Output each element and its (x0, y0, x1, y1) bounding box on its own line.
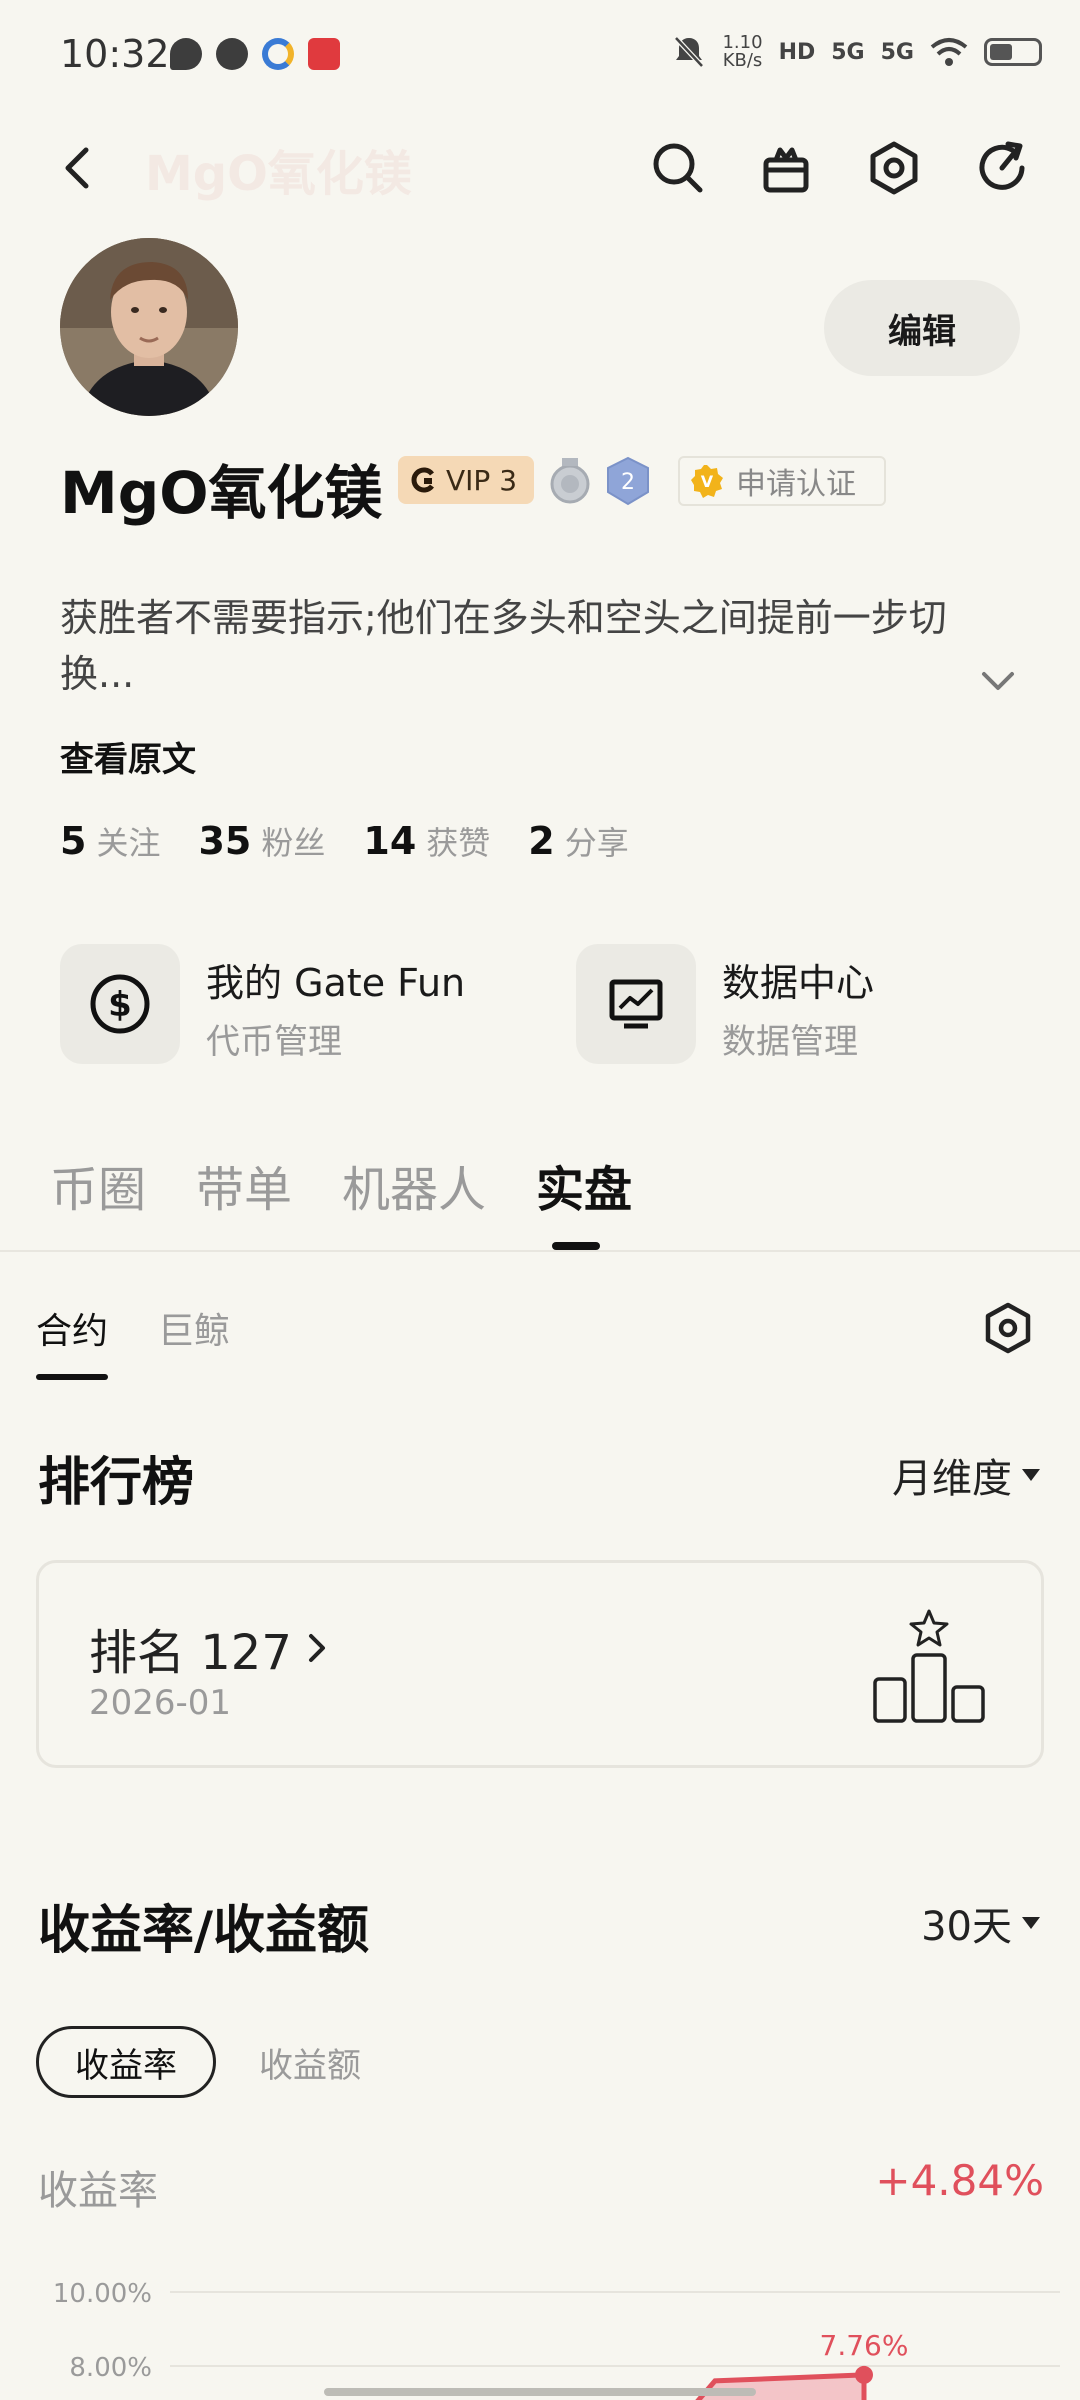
tab-whales[interactable]: 巨鲸 (158, 1302, 230, 1354)
stat-likes[interactable]: 14 获赞 (363, 818, 490, 864)
tabs-divider (0, 1250, 1080, 1252)
mute-bell-icon (674, 36, 705, 68)
tab-bots[interactable]: 机器人 (342, 1150, 486, 1220)
search-icon[interactable] (648, 138, 708, 198)
avatar-image (60, 238, 238, 416)
level-shield-icon[interactable]: 2 (606, 456, 650, 506)
rank-label: 排名 127 (89, 1613, 328, 1683)
eye-app-icon (216, 38, 248, 70)
wifi-icon (930, 38, 968, 66)
main-tabs: 币圈 带单 机器人 实盘 (50, 1150, 632, 1220)
chart-monitor-icon (576, 944, 696, 1064)
returns-chart[interactable]: 10.00% 8.00% 7.76% (0, 2260, 1080, 2400)
top-nav: MgO氧化镁 (0, 120, 1080, 210)
home-indicator (324, 2388, 756, 2396)
dollar-icon: $ (60, 944, 180, 1064)
tab-return-amount[interactable]: 收益额 (240, 2026, 380, 2098)
returns-period-dropdown[interactable]: 30天 (921, 1894, 1040, 1952)
net-speed: 1.10 KB/s (722, 32, 763, 71)
vip-badge[interactable]: VIP 3 (398, 456, 534, 504)
status-bar: 10:32 1.10 KB/s HD 5G 5G (0, 0, 1080, 110)
profile-page: { "status_bar": { "time": "10:32", "net_… (0, 0, 1080, 2400)
y-tick-label: 10.00% (53, 2279, 152, 2309)
share-icon[interactable] (972, 138, 1032, 198)
ranking-title: 排行榜 (38, 1453, 195, 1513)
gate-fun-title: 我的 Gate Fun (206, 961, 466, 1005)
podium-icon (873, 1609, 985, 1723)
tab-contracts[interactable]: 合约 (36, 1302, 108, 1354)
signal-5g-2: 5G (880, 39, 914, 65)
caret-down-icon (1022, 1469, 1040, 1481)
main-tab-indicator (552, 1242, 600, 1250)
chevron-right-icon (308, 1634, 325, 1662)
notification-icons (170, 38, 340, 70)
stat-following[interactable]: 5 关注 (60, 818, 160, 864)
peak-label: 7.76% (820, 2329, 909, 2362)
caret-down-icon (1022, 1917, 1040, 1929)
return-rate-label: 收益率 (38, 2168, 158, 2214)
settings-icon[interactable] (980, 1300, 1036, 1356)
data-center-subtitle: 数据管理 (722, 1022, 858, 1062)
peak-point[interactable] (855, 2365, 873, 2384)
hd-badge: HD (778, 39, 816, 65)
level-number: 2 (621, 470, 635, 495)
gate-fun-subtitle: 代币管理 (206, 1022, 342, 1062)
view-original-link[interactable]: 查看原文 (60, 732, 196, 781)
username: MgO氧化镁 (60, 459, 383, 527)
profile-stats: 5 关注 35 粉丝 14 获赞 2 分享 (60, 818, 629, 864)
back-icon[interactable] (48, 138, 108, 198)
red-app-icon (308, 38, 340, 70)
chevron-down-icon[interactable] (980, 670, 1016, 694)
data-center-card[interactable]: 数据中心 数据管理 (576, 944, 1016, 1068)
edit-profile-button[interactable]: 编辑 (824, 280, 1020, 376)
returns-title: 收益率/收益额 (38, 1901, 369, 1961)
data-center-title: 数据中心 (722, 961, 875, 1005)
svg-text:$: $ (108, 985, 132, 1025)
vip-logo-icon (411, 467, 434, 493)
tab-coin-circle[interactable]: 币圈 (50, 1150, 146, 1220)
nav-ghost-title: MgO氧化镁 (145, 146, 412, 202)
profile-bio: 获胜者不需要指示;他们在多头和空头之间提前一步切换... (60, 596, 947, 696)
vip-label: VIP 3 (446, 463, 518, 497)
return-rate-value: +4.84% (875, 2156, 1044, 2205)
gift-icon[interactable] (756, 138, 816, 198)
tab-live-trading[interactable]: 实盘 (536, 1150, 632, 1220)
stat-shares[interactable]: 2 分享 (528, 818, 628, 864)
status-time: 10:32 (60, 32, 170, 76)
battery-icon (984, 38, 1042, 66)
settings-icon[interactable] (864, 138, 924, 198)
tab-copy-trading[interactable]: 带单 (196, 1150, 292, 1220)
sub-tab-indicator (36, 1374, 108, 1380)
svg-text:V: V (701, 472, 714, 491)
status-indicators: 1.10 KB/s HD 5G 5G (672, 34, 1042, 70)
verify-label: 申请认证 (736, 467, 856, 502)
gate-fun-card[interactable]: $ 我的 Gate Fun 代币管理 (60, 944, 500, 1068)
silver-medal-icon[interactable] (548, 456, 592, 506)
ranking-card[interactable]: 排名 127 2026-01 (36, 1560, 1044, 1768)
avatar[interactable] (60, 238, 238, 416)
verified-badge-icon: V (691, 465, 723, 498)
ranking-period-dropdown[interactable]: 月维度 (892, 1446, 1040, 1504)
message-icon (170, 38, 202, 70)
apply-verification-button[interactable]: V 申请认证 (678, 456, 886, 506)
rank-date: 2026-01 (89, 1683, 232, 1723)
c-app-icon (262, 38, 294, 70)
tab-return-rate[interactable]: 收益率 (36, 2026, 216, 2098)
stat-followers[interactable]: 35 粉丝 (198, 818, 325, 864)
signal-5g-1: 5G (831, 39, 865, 65)
y-tick-label: 8.00% (69, 2353, 152, 2383)
